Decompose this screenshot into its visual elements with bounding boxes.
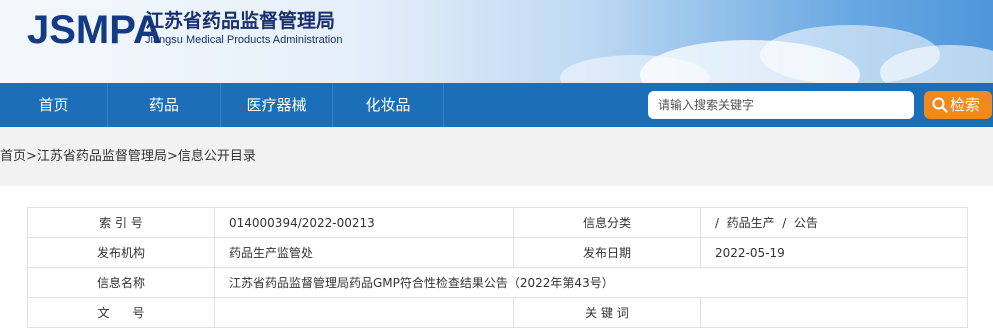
name-value: 江苏省药品监督管理局药品GMP符合性检查结果公告（2022年第43号） (214, 267, 968, 298)
nav-item-cosmetics[interactable]: 化妆品 (333, 83, 443, 127)
table-row: 发布机构 药品生产监管处 发布日期 2022-05-19 (27, 237, 968, 268)
index-label: 索 引 号 (27, 207, 215, 238)
nav-item-medical-devices[interactable]: 医疗器械 (221, 83, 332, 127)
search-button-label: 检索 (950, 96, 981, 114)
index-value: 014000394/2022-00213 (214, 207, 514, 238)
date-value: 2022-05-19 (700, 237, 968, 268)
search-input[interactable] (648, 91, 914, 119)
logo-text[interactable]: JSMPA (27, 10, 162, 50)
header-banner: JSMPA 江苏省药品监督管理局 Jiangsu Medical Product… (0, 0, 993, 83)
site-title: 江苏省药品监督管理局 (145, 10, 336, 32)
breadcrumb-separator: > (166, 149, 178, 164)
docno-label: 文 号 (27, 297, 215, 328)
docno-value (214, 297, 514, 328)
keyword-value (700, 297, 968, 328)
breadcrumb-current[interactable]: 信息公开目录 (178, 149, 256, 164)
info-table: 索 引 号 014000394/2022-00213 信息分类 / 药品生产 /… (27, 207, 968, 328)
org-label: 发布机构 (27, 237, 215, 268)
org-value: 药品生产监管处 (214, 237, 514, 268)
keyword-label: 关 键 词 (513, 297, 701, 328)
search-icon (932, 97, 948, 113)
table-row: 索 引 号 014000394/2022-00213 信息分类 / 药品生产 /… (27, 207, 968, 238)
breadcrumb-agency[interactable]: 江苏省药品监督管理局 (37, 149, 167, 164)
breadcrumb-home[interactable]: 首页 (0, 149, 26, 164)
breadcrumb: 首页>江苏省药品监督管理局>信息公开目录 (0, 149, 256, 165)
date-label: 发布日期 (513, 237, 701, 268)
nav-item-drugs[interactable]: 药品 (108, 83, 220, 127)
category-value: / 药品生产 / 公告 (700, 207, 968, 238)
table-row: 信息名称 江苏省药品监督管理局药品GMP符合性检查结果公告（2022年第43号） (27, 267, 968, 298)
breadcrumb-separator: > (26, 149, 37, 164)
name-label: 信息名称 (27, 267, 215, 298)
search-button[interactable]: 检索 (924, 91, 992, 119)
nav-item-home[interactable]: 首页 (0, 83, 107, 127)
nav-divider (443, 83, 444, 127)
category-label: 信息分类 (513, 207, 701, 238)
table-row: 文 号 关 键 词 (27, 297, 968, 328)
site-subtitle: Jiangsu Medical Products Administration (145, 34, 343, 46)
